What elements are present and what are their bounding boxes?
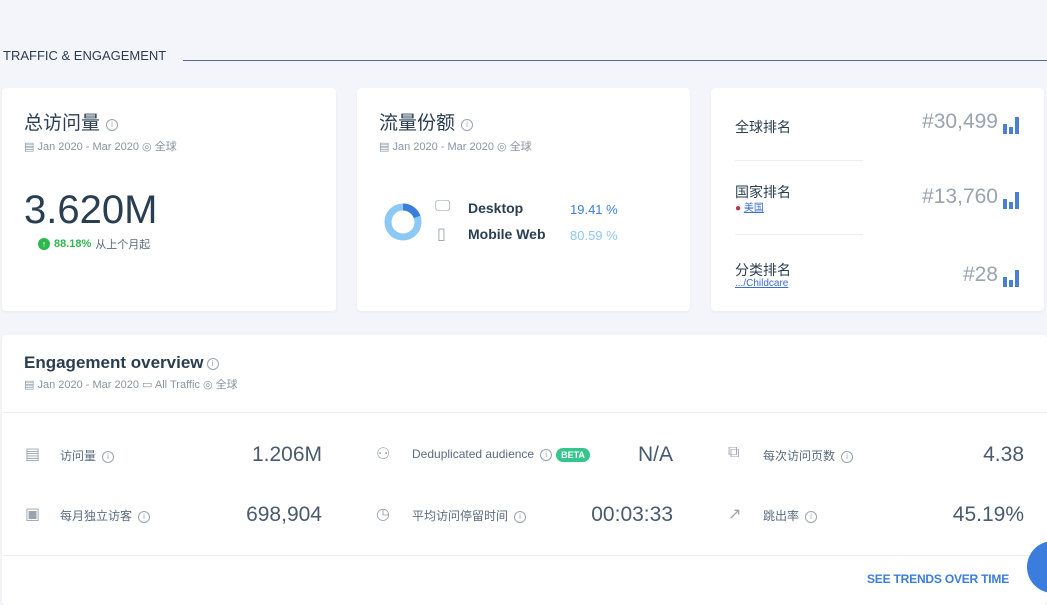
mobile-icon: ▯ — [437, 224, 446, 244]
arrow-up-icon: ↑ — [38, 238, 50, 250]
change-label: 从上个月起 — [95, 236, 150, 252]
mobile-label: Mobile Web — [468, 226, 546, 242]
divider — [735, 234, 863, 235]
global-rank-label: 全球排名 — [735, 117, 791, 137]
category-rank-value: #28 — [963, 263, 998, 287]
total-visits-value: 3.620M — [24, 188, 157, 233]
info-icon[interactable]: i — [106, 119, 118, 131]
info-icon[interactable]: i — [514, 511, 526, 523]
traffic-type: All Traffic — [155, 379, 200, 391]
visitor-card-icon: ▣ — [25, 504, 40, 524]
bounce-icon: ↗ — [728, 504, 741, 524]
date-range: Jan 2020 - Mar 2020 — [392, 141, 494, 153]
change-value: 88.18% — [54, 238, 91, 250]
card-title: 总访问量 — [24, 113, 100, 134]
calendar-icon: ▤ — [25, 444, 40, 464]
country-link[interactable]: 美国 — [744, 203, 764, 214]
metric-label: 每次访问页数 — [763, 449, 835, 463]
rank-chart-icon — [1003, 191, 1019, 209]
visits-value: 1.206M — [252, 443, 322, 467]
pages-per-visit-value: 4.38 — [983, 443, 1024, 467]
rank-chart-icon — [1003, 269, 1019, 287]
traffic-share-card: 流量份额 i ▤ Jan 2020 - Mar 2020 ◎ 全球 🖵 ▯ Des… — [357, 88, 690, 311]
mobile-value: 80.59 % — [570, 228, 618, 243]
info-icon[interactable]: i — [540, 449, 552, 461]
info-icon[interactable]: i — [461, 119, 473, 131]
see-trends-link[interactable]: SEE TRENDS OVER TIME — [867, 572, 1009, 586]
region: 全球 — [155, 141, 177, 153]
stopwatch-icon: ◷ — [376, 504, 390, 524]
category-link[interactable]: .../Childcare — [735, 278, 788, 289]
metric-label: 访问量 — [60, 449, 96, 463]
country-rank-value: #13,760 — [922, 185, 998, 209]
dedup-audience-value: N/A — [638, 443, 673, 467]
metric-label: Deduplicated audience — [412, 447, 534, 461]
avg-duration-value: 00:03:33 — [591, 503, 673, 527]
region: 全球 — [510, 141, 532, 153]
region: 全球 — [216, 379, 238, 391]
globe-icon: ◎ — [203, 379, 213, 391]
globe-icon: ◎ — [497, 141, 507, 153]
desktop-label: Desktop — [468, 200, 523, 216]
date-range: Jan 2020 - Mar 2020 — [37, 141, 139, 153]
audience-icon: ⚇ — [376, 444, 390, 464]
calendar-icon: ▤ — [24, 379, 37, 391]
global-rank[interactable]: #30,499 — [922, 110, 1019, 134]
section-divider — [183, 60, 1047, 61]
info-icon[interactable]: i — [138, 511, 150, 523]
category-rank[interactable]: #28 — [963, 263, 1019, 287]
info-icon[interactable]: i — [841, 451, 853, 463]
traffic-donut-chart — [383, 202, 423, 242]
calendar-icon: ▤ — [379, 141, 392, 153]
desktop-icon: 🖵 — [435, 198, 450, 216]
metric-label: 每月独立访客 — [60, 509, 132, 523]
info-icon[interactable]: i — [805, 511, 817, 523]
unique-visitors-value: 698,904 — [246, 503, 322, 527]
info-icon[interactable]: i — [207, 358, 219, 370]
bounce-rate-value: 45.19% — [953, 503, 1024, 527]
card-title: 流量份额 — [379, 113, 455, 134]
section-title: TRAFFIC & ENGAGEMENT — [3, 48, 166, 63]
traffic-icon: ▭ — [142, 379, 152, 391]
total-visits-card: 总访问量i ▤ Jan 2020 - Mar 2020 ◎ 全球 3.620M … — [2, 88, 336, 311]
divider — [2, 412, 1047, 413]
divider — [735, 160, 863, 161]
calendar-icon: ▤ — [24, 141, 37, 153]
engagement-card: Engagement overviewi ▤ Jan 2020 - Mar 20… — [2, 335, 1047, 605]
ranks-card: 全球排名 #30,499 国家排名 ● 美国 #13,760 分类排名 .../… — [711, 88, 1044, 311]
divider — [2, 555, 1047, 556]
pages-icon: ⧉ — [728, 444, 739, 462]
date-range: Jan 2020 - Mar 2020 — [37, 379, 139, 391]
beta-badge: BETA — [556, 448, 590, 462]
category-rank-label: 分类排名 — [735, 260, 791, 280]
country-rank[interactable]: #13,760 — [922, 185, 1019, 209]
desktop-value: 19.41 % — [570, 202, 618, 217]
info-icon[interactable]: i — [102, 451, 114, 463]
rank-chart-icon — [1003, 116, 1019, 134]
globe-icon: ◎ — [142, 141, 152, 153]
engagement-title: Engagement overview — [24, 353, 204, 372]
us-flag-icon: ● — [735, 203, 741, 214]
global-rank-value: #30,499 — [922, 110, 998, 134]
metric-label: 平均访问停留时间 — [412, 509, 508, 523]
metric-label: 跳出率 — [763, 509, 799, 523]
